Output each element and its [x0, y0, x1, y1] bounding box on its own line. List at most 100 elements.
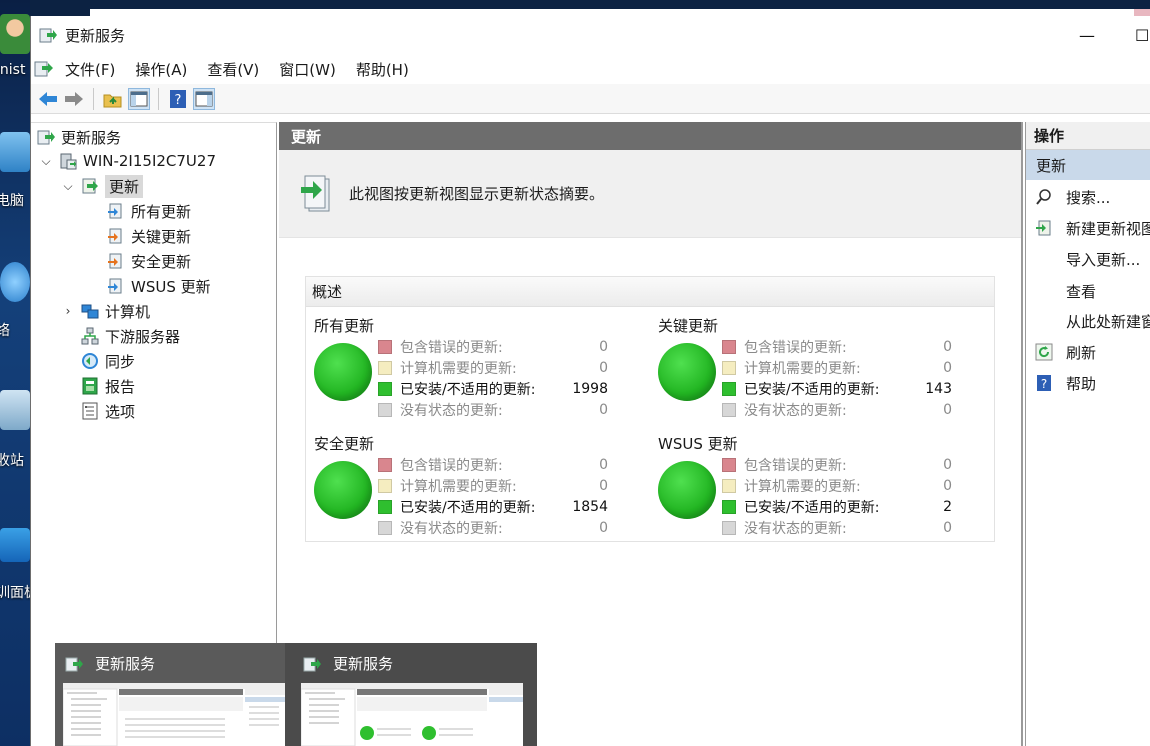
legend-swatch	[378, 339, 392, 354]
status-row-needed[interactable]: 计算机需要的更新: 0	[378, 357, 608, 378]
console-tree-icon	[130, 91, 148, 106]
tree-server[interactable]: ⌵ WIN-2I15I2C7U27	[39, 149, 216, 173]
tree-wsus-updates[interactable]: WSUS 更新	[107, 274, 211, 298]
minimize-button[interactable]: —	[1079, 26, 1095, 45]
menu-action[interactable]: 操作(A)	[125, 59, 197, 80]
status-row-nostatus[interactable]: 没有状态的更新: 0	[722, 399, 952, 420]
tree-updates[interactable]: ⌵ 更新	[61, 174, 144, 198]
status-row-error[interactable]: 包含错误的更新: 0	[722, 336, 952, 357]
downstream-server-icon	[81, 327, 99, 345]
menu-view[interactable]: 查看(V)	[197, 59, 269, 80]
tree-all-updates[interactable]: 所有更新	[107, 199, 191, 223]
chevron-right-icon[interactable]: ›	[61, 304, 75, 318]
tree-synchronizations[interactable]: 同步	[81, 349, 135, 373]
update-list-icon	[108, 203, 122, 219]
tree-root-label: 更新服务	[61, 128, 122, 147]
taskbar-thumbnail[interactable]: 更新服务	[293, 643, 523, 746]
action-new-window-from-here[interactable]: 从此处新建窗	[1034, 308, 1150, 334]
status-row-nostatus[interactable]: 没有状态的更新: 0	[378, 517, 608, 538]
status-label: 包含错误的更新:	[400, 339, 503, 356]
status-row-needed[interactable]: 计算机需要的更新: 0	[378, 475, 608, 496]
tree-reports[interactable]: 报告	[81, 374, 135, 398]
status-row-installed[interactable]: 已安装/不适用的更新: 2	[722, 496, 952, 517]
action-label: 搜索...	[1066, 188, 1111, 207]
desktop-icon-label: 络	[0, 323, 10, 339]
group-title[interactable]: 所有更新	[314, 315, 374, 336]
action-label: 导入更新...	[1066, 250, 1141, 269]
actions-title: 操作	[1026, 122, 1150, 150]
tree-critical-updates[interactable]: 关键更新	[107, 224, 191, 248]
tree-root[interactable]: 更新服务	[37, 125, 121, 149]
back-button[interactable]	[37, 88, 59, 110]
action-new-update-view[interactable]: 新建更新视图	[1034, 215, 1150, 241]
security-update-icon	[108, 253, 122, 269]
server-icon	[60, 153, 77, 170]
legend-swatch	[722, 360, 736, 375]
status-row-installed[interactable]: 已安装/不适用的更新: 143	[722, 378, 952, 399]
action-help[interactable]: ? 帮助	[1034, 370, 1096, 396]
tree-security-updates[interactable]: 安全更新	[107, 249, 191, 273]
forward-button[interactable]	[63, 88, 85, 110]
action-pane-icon	[195, 91, 213, 106]
menu-help[interactable]: 帮助(H)	[346, 59, 419, 80]
tree-all-updates-label: 所有更新	[131, 202, 192, 221]
help-button[interactable]: ?	[167, 88, 189, 110]
status-label: 没有状态的更新:	[400, 520, 503, 537]
status-row-error[interactable]: 包含错误的更新: 0	[722, 454, 952, 475]
desktop-icon-user[interactable]: inist	[0, 14, 30, 78]
console-icon[interactable]	[33, 59, 55, 79]
update-group: 关键更新 包含错误的更新: 0 计算机需要的更新: 0 已安装/不适用的更新: 143 没有状…	[658, 315, 988, 425]
control-panel-icon	[0, 528, 30, 562]
chevron-down-icon[interactable]: ⌵	[61, 179, 75, 194]
folder-up-icon	[103, 94, 122, 107]
svg-text:?: ?	[1041, 377, 1047, 391]
desktop-icon-network[interactable]: 络	[0, 262, 30, 339]
legend-swatch	[378, 360, 392, 375]
actions-section-updates[interactable]: 更新	[1026, 150, 1150, 180]
tree-computers[interactable]: › 计算机	[61, 299, 150, 323]
action-refresh[interactable]: 刷新	[1034, 339, 1096, 365]
tree-updates-label: 更新	[105, 174, 144, 198]
group-title[interactable]: 关键更新	[658, 315, 718, 336]
group-title[interactable]: WSUS 更新	[658, 433, 738, 454]
status-row-error[interactable]: 包含错误的更新: 0	[378, 454, 608, 475]
show-hide-action-pane-button[interactable]	[193, 87, 215, 110]
status-label: 已安装/不适用的更新:	[400, 499, 536, 516]
group-title[interactable]: 安全更新	[314, 433, 374, 454]
status-count: 0	[943, 359, 952, 376]
status-row-error[interactable]: 包含错误的更新: 0	[378, 336, 608, 357]
desktop-icon-control-panel[interactable]: 训面板	[0, 528, 38, 601]
chevron-down-icon[interactable]: ⌵	[39, 154, 53, 169]
status-row-installed[interactable]: 已安装/不适用的更新: 1998	[378, 378, 608, 399]
status-row-needed[interactable]: 计算机需要的更新: 0	[722, 475, 952, 496]
status-row-installed[interactable]: 已安装/不适用的更新: 1854	[378, 496, 608, 517]
tree-downstream-servers[interactable]: 下游服务器	[81, 324, 180, 348]
action-import-updates[interactable]: 导入更新...	[1034, 246, 1140, 272]
desktop-icon-recycle-bin[interactable]: 收站	[0, 390, 30, 469]
status-row-needed[interactable]: 计算机需要的更新: 0	[722, 357, 952, 378]
desktop-icon-label: inist	[0, 62, 26, 78]
status-row-nostatus[interactable]: 没有状态的更新: 0	[722, 517, 952, 538]
menu-window[interactable]: 窗口(W)	[269, 59, 346, 80]
up-folder-button[interactable]	[102, 88, 124, 110]
action-label: 帮助	[1066, 374, 1097, 393]
action-search[interactable]: 搜索...	[1034, 184, 1110, 210]
desktop-icon-label: 电脑	[0, 193, 24, 209]
title-bar[interactable]: 更新服务 — ☐	[31, 16, 1150, 54]
status-row-nostatus[interactable]: 没有状态的更新: 0	[378, 399, 608, 420]
tree-options[interactable]: 选项	[81, 399, 135, 423]
action-label: 从此处新建窗	[1066, 312, 1150, 331]
status-label: 已安装/不适用的更新:	[744, 381, 880, 398]
status-count: 0	[599, 359, 608, 376]
update-services-icon	[303, 657, 321, 671]
computer-icon	[0, 132, 30, 172]
show-hide-tree-button[interactable]	[128, 87, 150, 110]
legend-swatch	[722, 339, 736, 354]
menu-file[interactable]: 文件(F)	[55, 59, 125, 80]
maximize-button[interactable]: ☐	[1135, 26, 1149, 45]
action-label: 新建更新视图	[1066, 219, 1150, 238]
desktop-icon-computer[interactable]: 电脑	[0, 132, 30, 209]
taskbar-thumbnail[interactable]: 更新服务	[55, 643, 285, 746]
legend-swatch	[722, 381, 736, 396]
action-view[interactable]: 查看	[1034, 278, 1096, 304]
